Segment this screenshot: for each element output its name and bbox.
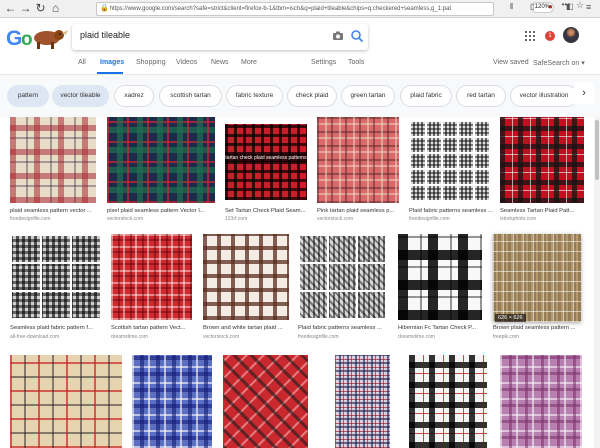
tab-videos[interactable]: Videos [176,59,197,66]
svg-text:o: o [21,29,33,50]
chip-vector-illustration[interactable]: vector illustration [510,85,578,107]
tab-news[interactable]: News [211,59,229,66]
result-image-18[interactable] [500,355,582,448]
camera-icon[interactable] [332,30,344,42]
result-source[interactable]: vectorstock.com [203,334,239,340]
result-caption[interactable]: Seamless Tartan Plaid Patt... [500,208,582,214]
chip-pattern[interactable]: pattern [7,85,49,107]
result-image-16[interactable] [335,355,390,448]
extension-icon-2[interactable]: ◧ [566,2,574,11]
result-source[interactable]: dreamstime.com [111,334,148,340]
result-image-12[interactable] [493,234,581,322]
google-logo[interactable]: G o [6,24,76,52]
result-source[interactable]: all-free-download.com [10,334,59,340]
result-image-11[interactable] [398,234,482,320]
url-bar[interactable]: 🔒 https://www.google.com/search?safe=str… [96,2,494,16]
result-caption[interactable]: Hibernian Fc Tartan Check P... [398,325,484,331]
reload-icon[interactable]: ↻ [33,1,48,16]
result-source[interactable]: vectorstock.com [317,216,353,222]
chip-check-plaid[interactable]: check plaid [287,85,337,107]
url-text: https://www.google.com/search?safe=stric… [109,6,452,12]
result-caption[interactable]: plaid seamless pattern vector ... [10,208,98,214]
result-source[interactable]: dreamstime.com [398,334,435,340]
result-source[interactable]: istockphoto.com [500,216,536,222]
result-source[interactable]: freedesignfile.com [10,216,51,222]
tab-all[interactable]: All [78,59,86,66]
result-caption[interactable]: Scottish tartan pattern Vect... [111,325,194,331]
tab-tools[interactable]: Tools [348,59,364,66]
result-source[interactable]: 123rf.com [225,216,247,222]
image-overlay-text: tartan check plaid seamless patterns [225,154,307,162]
result-image-17[interactable] [409,355,487,448]
tab-images[interactable]: Images [100,59,124,66]
result-image-6[interactable] [500,117,584,203]
sidebar-icon[interactable]: ▯ [530,2,534,11]
result-image-10[interactable] [298,234,386,320]
back-arrow-icon[interactable]: ← [3,1,18,16]
extension-icon[interactable]: ● [548,2,553,11]
avatar[interactable] [563,27,579,43]
lock-icon: 🔒 [100,5,109,12]
chip-green-tartan[interactable]: green tartan [341,85,395,107]
result-caption[interactable]: Plaid fabric patterns seamless ... [409,208,493,214]
result-source[interactable]: freedesignfile.com [409,216,450,222]
view-saved-link[interactable]: View saved [493,59,529,66]
result-image-9[interactable] [203,234,289,320]
chip-fabric-texture[interactable]: fabric texture [226,85,283,107]
tab-more[interactable]: More [241,59,257,66]
result-image-13[interactable] [10,355,122,448]
result-image-7[interactable] [10,234,100,320]
tab-shopping[interactable]: Shopping [136,59,166,66]
result-image-14[interactable] [132,355,212,448]
result-caption[interactable]: Plaid fabric patterns seamless ... [298,325,388,331]
result-caption[interactable]: Pink tartan plaid seamless p... [317,208,401,214]
search-box[interactable]: plaid tileable [72,24,368,50]
apps-grid-icon[interactable] [525,31,535,41]
forward-arrow-icon[interactable]: → [18,1,33,16]
chip-vector-tileable[interactable]: vector tileable [52,85,109,107]
result-source[interactable]: freedesignfile.com [298,334,339,340]
chip-plaid-fabric[interactable]: plaid fabric [400,85,452,107]
result-image-1[interactable] [10,117,96,203]
result-image-2[interactable] [107,117,215,203]
chip-red-tartan[interactable]: red tartan [456,85,506,107]
related-searches-bar: pattern vector tileable xadrez scottish … [0,75,600,117]
image-size-badge: 626 × 626 [495,314,526,322]
notification-badge[interactable]: 1 [545,31,555,41]
library-icon[interactable]: ⫴ [510,2,513,12]
result-image-4[interactable] [317,117,399,203]
result-image-5[interactable] [409,120,490,202]
result-image-8[interactable] [111,234,192,320]
chip-scottish-tartan[interactable]: scottish tartan [159,85,222,107]
safesearch-toggle[interactable]: SafeSearch on ▾ [533,59,585,67]
search-icon[interactable] [350,29,364,43]
svg-text:G: G [6,27,22,50]
result-caption[interactable]: Brown plaid seamless pattern ... [493,325,581,331]
result-caption[interactable]: Brown and white tartan plaid ... [203,325,291,331]
home-icon[interactable]: ⌂ [48,1,63,16]
scrollbar-thumb[interactable] [595,120,599,180]
result-caption[interactable]: pixel plaid seamless pattern Vector I... [107,208,215,214]
menu-icon[interactable]: ≡ [586,2,591,12]
result-image-15[interactable] [223,355,308,448]
chevron-right-icon[interactable]: › [574,82,594,104]
result-caption[interactable]: Seamless plaid fabric pattern f... [10,325,100,331]
result-caption[interactable]: Set Tartan Check Plaid Seam... [225,208,309,214]
search-input[interactable]: plaid tileable [80,30,130,40]
tab-settings[interactable]: Settings [311,59,336,66]
result-source[interactable]: vectorstock.com [107,216,143,222]
result-source[interactable]: freepik.com [493,334,519,340]
bookmark-star-icon[interactable]: ☆ [576,0,584,11]
result-image-3[interactable]: tartan check plaid seamless patterns [225,124,307,200]
chip-xadrez[interactable]: xadrez [114,85,154,107]
